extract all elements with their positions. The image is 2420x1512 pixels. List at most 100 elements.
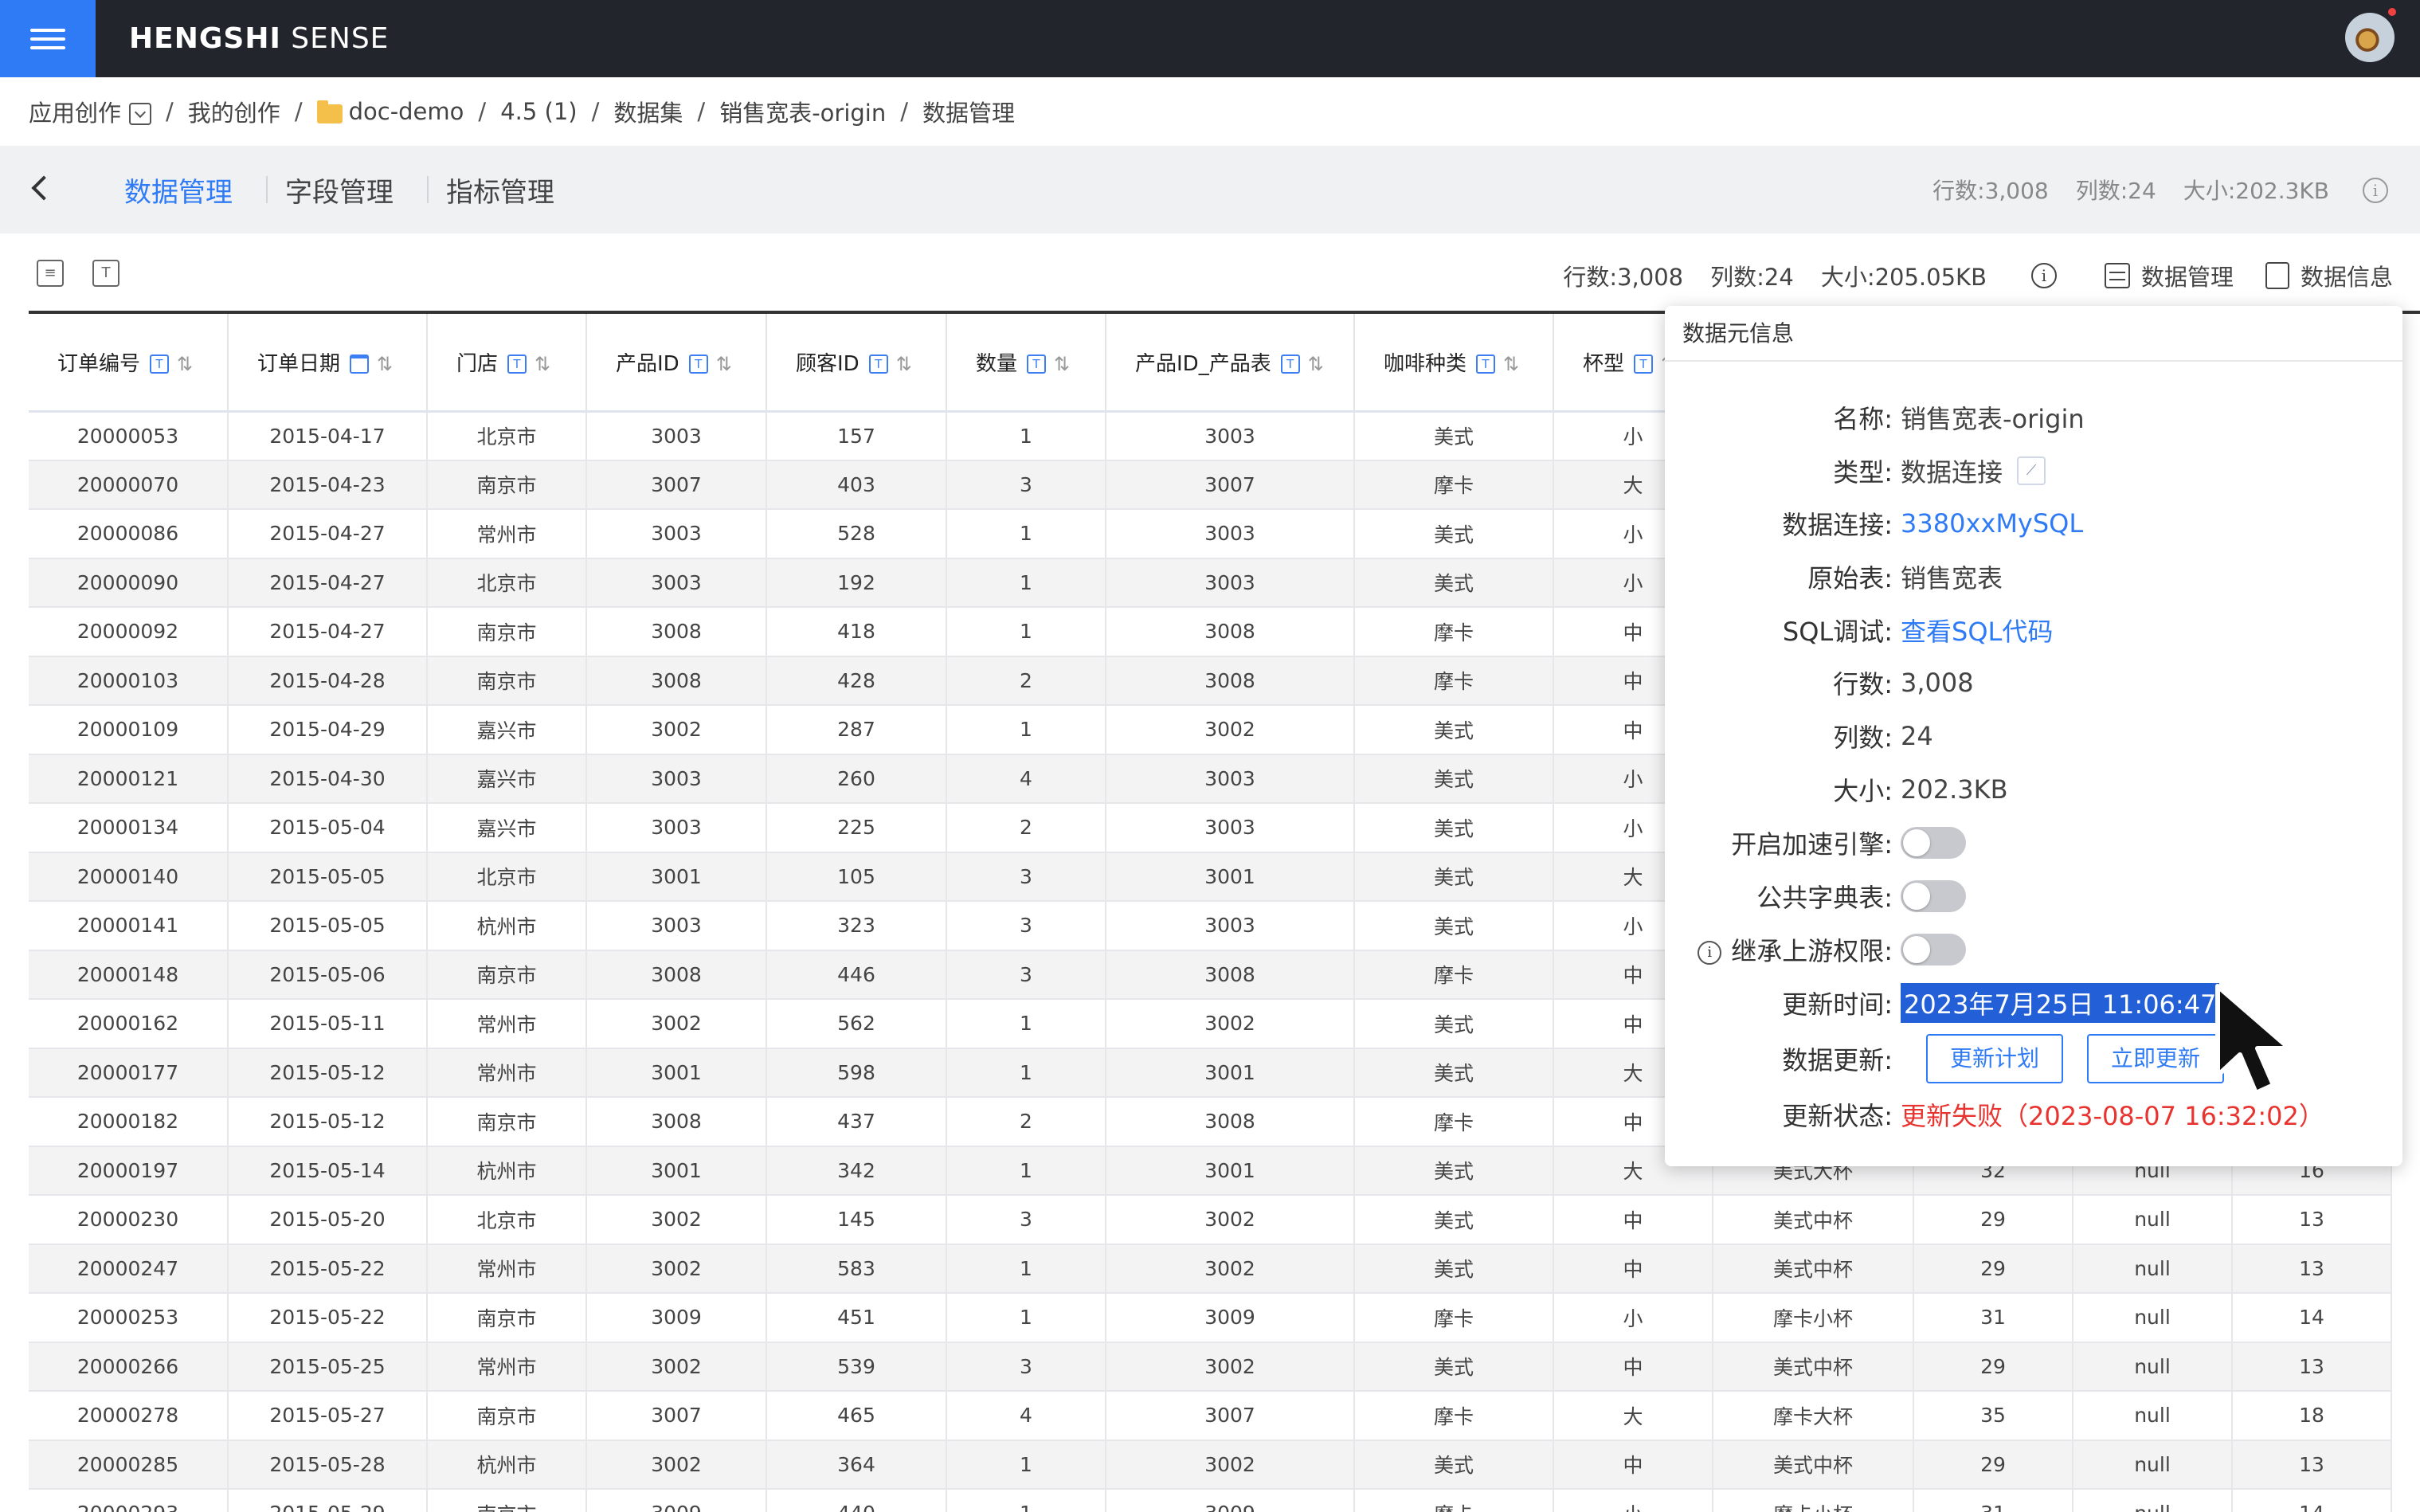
table-cell: 3008 — [1106, 950, 1355, 1000]
table-cell: 1 — [946, 1146, 1106, 1196]
info-icon[interactable]: i — [1698, 941, 1722, 965]
table-cell: 杭州市 — [427, 901, 587, 951]
table-cell: 美式 — [1354, 1146, 1554, 1196]
data-size: 大小:205.05KB — [1820, 264, 1987, 291]
table-cell: 3008 — [586, 950, 767, 1000]
breadcrumb-dataset-name[interactable]: 销售宽表-origin — [719, 95, 886, 128]
meta-type-row: 类型: 数据连接 ⟋ — [1665, 447, 2402, 495]
user-avatar[interactable] — [2345, 13, 2395, 62]
breadcrumb-doc-demo[interactable]: doc-demo — [349, 98, 464, 125]
text-type-icon: T — [1280, 354, 1300, 374]
tab-metric-management[interactable]: 指标管理 — [446, 170, 570, 210]
table-cell: 451 — [766, 1293, 947, 1343]
table-cell: 2015-04-30 — [228, 754, 428, 804]
table-cell: 20000293 — [29, 1489, 229, 1512]
update-status: 更新失败（2023-08-07 16:32:02） — [1901, 1101, 2324, 1131]
column-header[interactable]: 数量 T ⇅ — [946, 314, 1106, 413]
info-icon[interactable]: i — [2030, 263, 2057, 288]
tab-bar: 数据管理 字段管理 指标管理 — [124, 146, 570, 233]
table-cell: 20000109 — [29, 705, 229, 755]
data-info-icon[interactable] — [2265, 262, 2289, 289]
column-header[interactable]: 订单日期 ⇅ — [228, 314, 428, 413]
column-header[interactable]: 门店 T ⇅ — [427, 314, 587, 413]
column-header[interactable]: 订单编号 T ⇅ — [29, 314, 229, 413]
table-cell: 美式 — [1354, 1342, 1554, 1392]
breadcrumb-version[interactable]: 4.5 (1) — [500, 98, 577, 125]
table-cell: 4 — [946, 754, 1106, 804]
table-cell: 美式 — [1354, 999, 1554, 1049]
table-toolbar: 行数:3,008 列数:24 大小:205.05KB i 数据管理 数据信息 — [1536, 253, 2393, 298]
hamburger-menu-icon[interactable] — [0, 0, 96, 77]
tab-data-management[interactable]: 数据管理 — [124, 170, 249, 210]
accel-engine-toggle[interactable] — [1901, 827, 1966, 859]
table-row[interactable]: 20000230 2015-05-20 北京市 3002 145 3 3002 美式中美式中杯… — [29, 1195, 2392, 1245]
table-row[interactable]: 20000285 2015-05-28 杭州市 3002 364 1 3002 美式中美式中杯… — [29, 1440, 2392, 1490]
table-cell: 20000162 — [29, 999, 229, 1049]
table-cell: 3008 — [586, 1097, 767, 1147]
breadcrumb-app-create[interactable]: 应用创作 — [29, 95, 121, 128]
table-cell: 南京市 — [427, 1391, 587, 1441]
table-cell: 20000197 — [29, 1146, 229, 1196]
breadcrumb-my-creations[interactable]: 我的创作 — [188, 95, 280, 128]
data-info-button[interactable]: 数据信息 — [2301, 259, 2393, 292]
table-row[interactable]: 20000247 2015-05-22 常州市 3002 583 1 3002 美式中美式中杯… — [29, 1244, 2392, 1294]
update-now-button[interactable]: 立即更新 — [2087, 1034, 2225, 1083]
table-cell: 3003 — [1106, 558, 1355, 608]
breadcrumb-datasets[interactable]: 数据集 — [613, 95, 683, 128]
table-cell: 1 — [946, 509, 1106, 559]
column-header[interactable]: 产品ID T ⇅ — [586, 314, 767, 413]
inherit-permission-toggle[interactable] — [1901, 934, 1966, 966]
table-cell: null — [2073, 1489, 2233, 1512]
table-cell: 美式 — [1354, 1244, 1554, 1294]
table-row[interactable]: 20000266 2015-05-25 常州市 3002 539 3 3002 美式中美式中杯… — [29, 1342, 2392, 1392]
column-header[interactable]: 产品ID_产品表 T ⇅ — [1106, 314, 1355, 413]
text-format-icon[interactable]: T — [92, 260, 119, 287]
sort-icon[interactable]: ⇅ — [1308, 353, 1324, 375]
table-cell: null — [2073, 1293, 2233, 1343]
database-icon[interactable] — [2104, 263, 2130, 288]
sort-icon[interactable]: ⇅ — [1503, 353, 1519, 375]
table-row[interactable]: 200002932015-05-29南京市300944013009摩卡小摩卡小杯… — [29, 1489, 2392, 1512]
table-cell: 3002 — [1106, 999, 1355, 1049]
table-cell: 342 — [766, 1146, 947, 1196]
table-cell: 1 — [946, 705, 1106, 755]
table-cell: 3003 — [586, 509, 767, 559]
table-view-icon[interactable]: ≡ — [37, 260, 64, 287]
table-row[interactable]: 20000253 2015-05-22 南京市 3009 451 1 3009 摩卡小摩卡小杯… — [29, 1293, 2392, 1343]
table-cell: 嘉兴市 — [427, 803, 587, 853]
info-icon[interactable]: i — [2363, 178, 2388, 203]
table-cell: 3002 — [586, 705, 767, 755]
meta-connection-row: 数据连接: 3380xxMySQL — [1782, 508, 2084, 540]
table-cell: 18 — [2232, 1391, 2392, 1441]
top-bar: HENGSHI SENSE — [0, 0, 2420, 77]
table-cell: 嘉兴市 — [427, 705, 587, 755]
back-arrow-icon[interactable] — [31, 175, 57, 201]
data-management-button[interactable]: 数据管理 — [2141, 259, 2234, 292]
date-type-icon — [350, 354, 370, 374]
table-cell: 105 — [766, 852, 947, 902]
text-type-icon: T — [688, 354, 708, 374]
tab-field-management[interactable]: 字段管理 — [285, 170, 409, 210]
meta-cols-row: 列数: 24 — [1833, 721, 1933, 753]
table-cell: 3002 — [1106, 705, 1355, 755]
sort-icon[interactable]: ⇅ — [535, 353, 550, 375]
meta-connection-link[interactable]: 3380xxMySQL — [1901, 508, 2083, 539]
column-header[interactable]: 咖啡种类 T ⇅ — [1354, 314, 1554, 413]
chevron-down-icon[interactable] — [129, 103, 152, 125]
view-sql-link[interactable]: 查看SQL代码 — [1901, 612, 2053, 648]
sort-icon[interactable]: ⇅ — [1054, 353, 1070, 375]
table-cell: 中 — [1553, 1244, 1713, 1294]
sort-icon[interactable]: ⇅ — [896, 353, 912, 375]
update-plan-button[interactable]: 更新计划 — [1926, 1034, 2064, 1083]
table-cell: 35 — [1913, 1391, 2073, 1441]
table-cell: 3009 — [586, 1293, 767, 1343]
table-row[interactable]: 20000278 2015-05-27 南京市 3007 465 4 3007 摩卡大摩卡大杯… — [29, 1391, 2392, 1441]
sort-icon[interactable]: ⇅ — [377, 353, 393, 375]
table-cell: 1 — [946, 607, 1106, 657]
table-cell: 3 — [946, 1342, 1106, 1392]
sort-icon[interactable]: ⇅ — [716, 353, 732, 375]
column-header[interactable]: 顾客ID T ⇅ — [766, 314, 947, 413]
sort-icon[interactable]: ⇅ — [177, 353, 193, 375]
public-dict-toggle[interactable] — [1901, 880, 1966, 912]
table-cell: 2015-05-05 — [228, 901, 428, 951]
